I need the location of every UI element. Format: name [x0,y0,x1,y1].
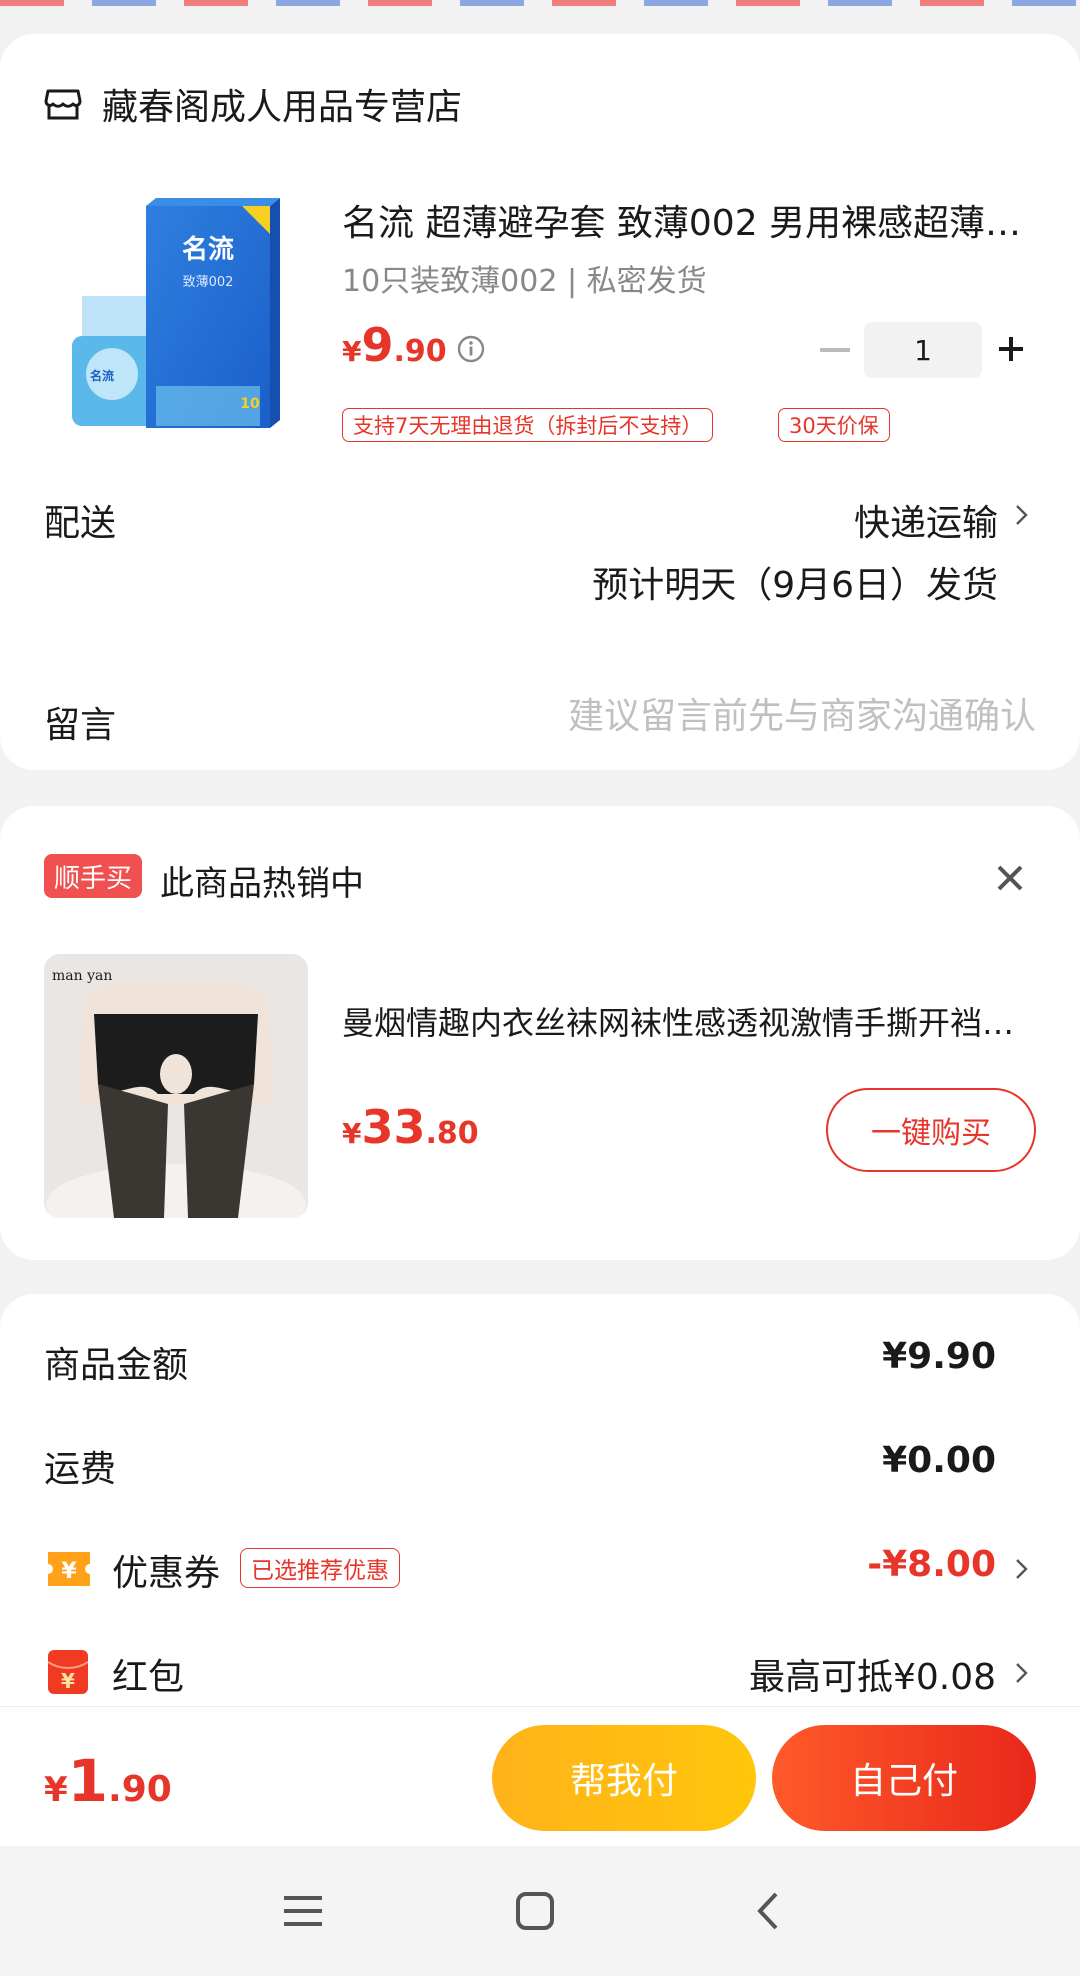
goods-amount-label: 商品金额 [44,1345,189,1386]
message-input[interactable] [500,690,1036,742]
red-packet-icon: ¥ [47,1650,89,1694]
svg-text:致薄002: 致薄002 [183,275,234,290]
coupon-icon: ¥ [48,1552,90,1586]
product-price: ¥9.90 [342,318,447,372]
upsell-title: 此商品热销中 [160,864,364,904]
upsell-product-name[interactable]: 曼烟情趣内衣丝袜网袜性感透视激情手撕开裆连裤袜 [342,998,1022,1044]
chevron-right-icon[interactable] [1014,500,1030,530]
store-header[interactable]: 藏春阁成人用品专营店 [44,78,462,130]
quantity-decrease-button[interactable] [820,348,850,352]
back-icon[interactable] [744,1886,794,1936]
product-spec[interactable]: 10只装致薄002 | 私密发货 [342,256,707,300]
product-image[interactable]: 名流 致薄002 10 名流 [72,196,282,436]
svg-text:¥: ¥ [61,1669,75,1693]
goods-amount-value: ¥9.90 [882,1336,996,1377]
freight-value: ¥0.00 [882,1440,996,1481]
total-currency: ¥ [44,1770,68,1810]
upsell-price: ¥33.80 [342,1100,479,1154]
shipping-eta: 预计明天（9月6日）发货 [592,565,998,606]
message-label: 留言 [44,705,117,746]
quantity-increase-button[interactable] [996,334,1026,364]
airmail-border [0,0,1080,6]
product-title[interactable]: 名流 超薄避孕套 致薄002 男用裸感超薄安全套 [342,194,1022,246]
store-icon [44,89,82,120]
coupon-value[interactable]: -¥8.00 [867,1544,996,1585]
recent-apps-icon[interactable] [278,1886,328,1936]
one-click-buy-button[interactable]: 一键购买 [826,1088,1036,1172]
svg-text:10: 10 [240,396,260,412]
quantity-value[interactable]: 1 [864,322,982,378]
chevron-right-icon[interactable] [1014,1554,1030,1584]
close-icon[interactable] [994,862,1026,894]
red-packet-label[interactable]: 红包 [112,1648,184,1700]
info-icon[interactable] [456,334,486,364]
chevron-right-icon[interactable] [1014,1658,1030,1688]
red-packet-value[interactable]: 最高可抵¥0.08 [749,1648,996,1700]
svg-text:名流: 名流 [90,368,114,383]
upsell-price-integer: 33 [361,1100,426,1154]
freight-label: 运费 [44,1449,117,1490]
svg-text:¥: ¥ [61,1559,77,1584]
upsell-price-currency: ¥ [342,1117,362,1150]
upsell-product-image[interactable]: man yan [44,954,308,1218]
total-price: ¥1.90 [44,1747,172,1815]
system-nav-bar [0,1846,1080,1976]
svg-text:man yan: man yan [52,968,112,984]
coupon-recommended-tag: 已选推荐优惠 [240,1548,400,1588]
shipping-label: 配送 [44,503,117,544]
upsell-price-decimal: .80 [425,1116,479,1151]
total-decimal: .90 [108,1769,172,1810]
return-policy-tag: 支持7天无理由退货（拆封后不支持） [342,408,714,442]
store-name: 藏春阁成人用品专营店 [102,87,463,128]
price-currency: ¥ [342,335,362,368]
total-integer: 1 [67,1747,109,1815]
upsell-badge: 顺手买 [44,854,143,898]
price-integer: 9 [361,318,394,372]
home-icon[interactable] [510,1886,560,1936]
shipping-method[interactable]: 快递运输 [854,494,998,546]
checkout-bar: ¥1.90 帮我付 自己付 [0,1706,1080,1846]
coupon-label[interactable]: 优惠券 [112,1544,220,1596]
help-me-pay-button[interactable]: 帮我付 [492,1725,756,1831]
price-protection-tag: 30天价保 [778,408,890,442]
price-decimal: .90 [393,334,447,369]
pay-myself-button[interactable]: 自己付 [772,1725,1036,1831]
svg-text:名流: 名流 [182,234,234,265]
